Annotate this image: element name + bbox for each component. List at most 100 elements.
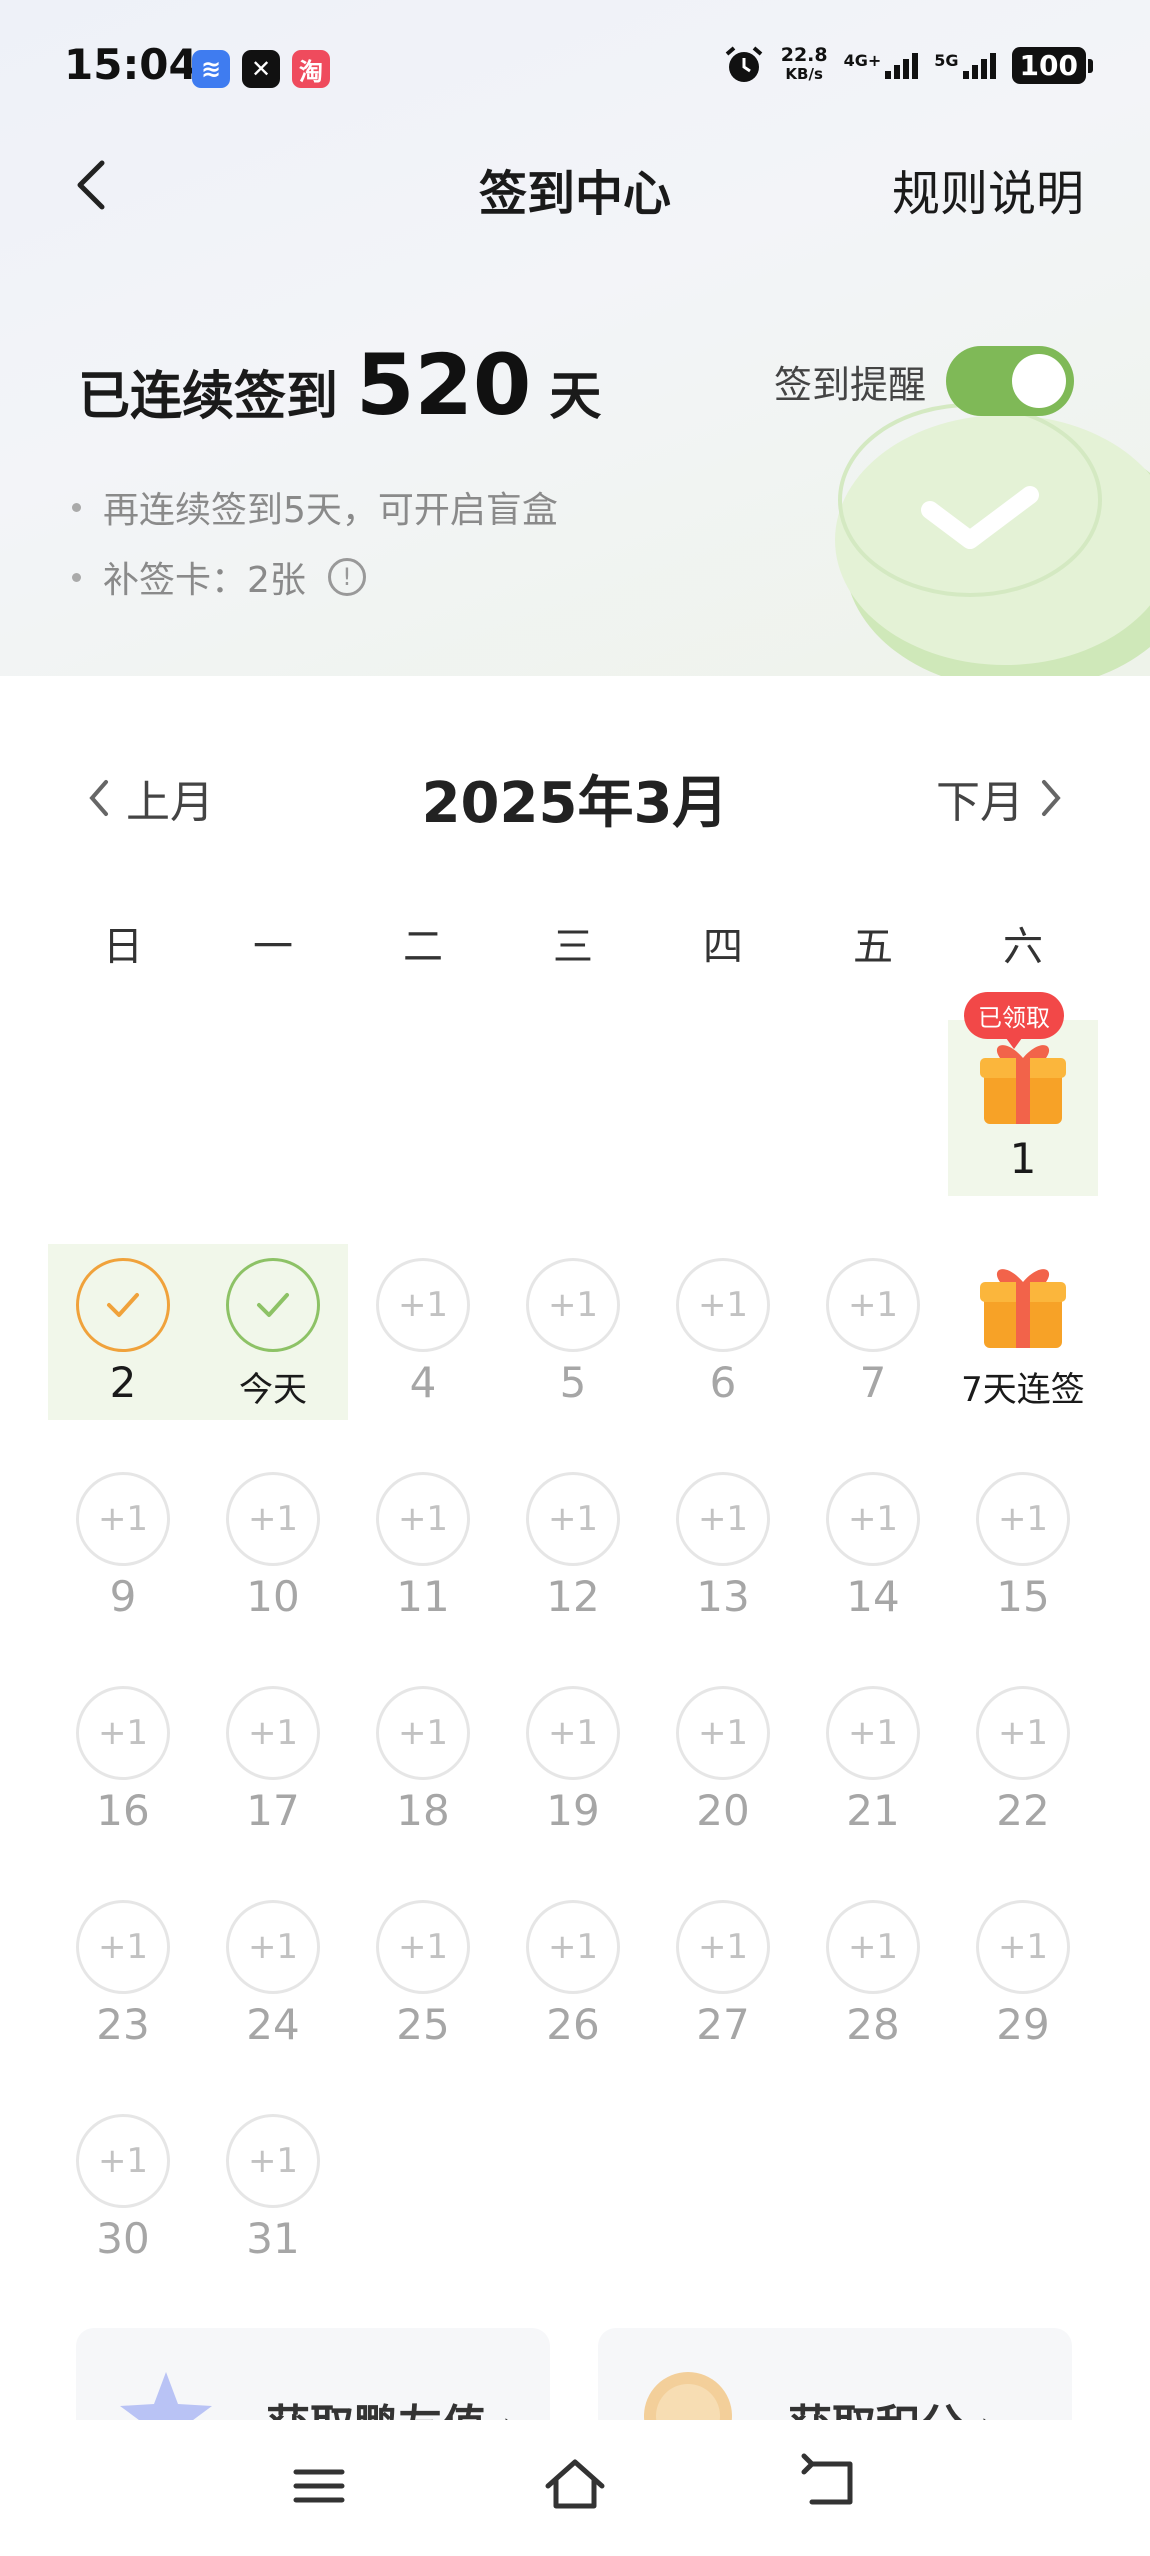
calendar-day[interactable]: +1 11 [348,1458,498,1634]
day-label: 31 [246,2214,300,2263]
calendar-day[interactable]: +1 26 [498,1886,648,2062]
calendar-day[interactable]: +1 5 [498,1244,648,1420]
get-friend-points-card[interactable]: 获取鹏友值 › [76,2328,550,2420]
day-label: 16 [96,1786,150,1835]
calendar-day[interactable]: +1 17 [198,1672,348,1848]
info-icon[interactable]: ! [327,558,366,596]
day-label: 22 [996,1786,1050,1835]
day-label: 14 [846,1572,900,1621]
calendar-day[interactable]: 7天连签 [948,1244,1098,1420]
network-speed-unit: KB/s [785,65,823,83]
bullet-icon [72,502,81,512]
plus-one-badge: +1 [76,1472,170,1566]
calendar-day[interactable]: +1 15 [948,1458,1098,1634]
calendar-day[interactable]: +1 14 [798,1458,948,1634]
calendar-day[interactable]: +1 24 [198,1886,348,2062]
day-label: 6 [709,1358,737,1407]
calendar-card: 上月 2025年3月 下月 日 一 二 三 四 五 六 已领取 1 2 今天 +1 4 +1… [0,676,1150,2420]
network-speed-value: 22.8 [780,44,828,66]
calendar-day[interactable]: +1 28 [798,1886,948,2062]
reminder-toggle[interactable] [946,346,1074,416]
calendar-day[interactable]: +1 12 [498,1458,648,1634]
calendar-day[interactable]: +1 23 [48,1886,198,2062]
day-label: 29 [996,2000,1050,2049]
calendar-day[interactable]: +1 29 [948,1886,1098,2062]
plus-one-badge: +1 [676,1472,770,1566]
gift-box-icon [980,1045,1066,1124]
weekday-tue: 二 [403,924,443,970]
day-label: 18 [396,1786,450,1835]
weekday-sat: 六 [1003,924,1043,970]
signal-5g-label: 5G [934,51,959,70]
calendar-day[interactable]: +1 10 [198,1458,348,1634]
claimed-badge: 已领取 [964,992,1064,1049]
day-label: 20 [696,1786,750,1835]
plus-one-badge: +1 [976,1900,1070,1994]
calendar-day[interactable]: +1 25 [348,1886,498,2062]
plus-one-badge: +1 [526,1472,620,1566]
wifi-app-icon: ≋ [192,50,230,88]
next-month-button[interactable]: 下月 [936,766,1064,830]
calendar-day[interactable]: +1 21 [798,1672,948,1848]
calendar-day[interactable]: +1 18 [348,1672,498,1848]
reminder-label: 签到提醒 [773,362,926,407]
calendar-day[interactable]: +1 6 [648,1244,798,1420]
calendar-day[interactable]: +1 19 [498,1672,648,1848]
network-speed: 22.8 KB/s [781,46,828,84]
weekday-wed: 三 [553,924,593,970]
menu-icon[interactable] [284,2450,354,2520]
calendar-day[interactable]: +1 22 [948,1672,1098,1848]
plus-one-badge: +1 [826,1472,920,1566]
calendar-day[interactable]: +1 13 [648,1458,798,1634]
day-label: 10 [246,1572,300,1621]
tip-text: 补签卡：2张 [103,560,306,601]
weekday-sun: 日 [103,924,143,970]
streak-prefix: 已连续签到 [78,367,339,427]
get-points-card[interactable]: 获取积分 › [598,2328,1072,2420]
streak-days: 520 [356,336,532,434]
plus-one-badge: +1 [226,1472,320,1566]
rules-link[interactable]: 规则说明 [892,154,1084,224]
checked-icon [226,1258,320,1352]
plus-one-badge: +1 [976,1686,1070,1780]
day-label: 15 [996,1572,1050,1621]
plus-one-badge: +1 [376,1472,470,1566]
day-label: 12 [546,1572,600,1621]
star-icon [120,2372,212,2420]
signal-5g: 5G [934,51,996,79]
alarm-icon [725,46,763,82]
calendar-day[interactable]: +1 30 [48,2100,198,2276]
calendar-day[interactable]: +1 7 [798,1244,948,1420]
day-label: 11 [396,1572,450,1621]
calendar-day[interactable]: 2 [48,1244,198,1420]
home-icon[interactable] [540,2450,610,2520]
day-label: 19 [546,1786,600,1835]
plus-one-badge: +1 [376,1900,470,1994]
calendar-day[interactable]: +1 9 [48,1458,198,1634]
calendar-day[interactable]: +1 31 [198,2100,348,2276]
tip-item: 再连续签到5天，可开启盲盒 [72,472,558,542]
day-label: 今天 [239,1370,307,1410]
back-nav-icon[interactable] [796,2450,866,2520]
tip-text: 再连续签到5天，可开启盲盒 [103,490,558,531]
calendar-day[interactable]: 已领取 1 [948,992,1098,1196]
day-label: 25 [396,2000,450,2049]
plus-one-badge: +1 [376,1686,470,1780]
calendar-day[interactable]: +1 16 [48,1672,198,1848]
calendar-day[interactable]: 今天 [198,1244,348,1420]
day-label: 4 [409,1358,437,1407]
taobao-app-icon: 淘 [292,50,330,88]
system-nav-bar [0,2420,1150,2556]
day-label: 5 [559,1358,587,1407]
get-friend-points-label: 获取鹏友值 › [266,2390,519,2420]
calendar-day[interactable]: +1 20 [648,1672,798,1848]
plus-one-badge: +1 [976,1472,1070,1566]
calendar-day[interactable]: +1 27 [648,1886,798,2062]
day-label: 30 [96,2214,150,2263]
plus-one-badge: +1 [76,2114,170,2208]
plus-one-badge: +1 [826,1258,920,1352]
next-month-label: 下月 [936,777,1024,828]
plus-one-badge: +1 [676,1900,770,1994]
get-points-label: 获取积分 › [788,2390,997,2420]
calendar-day[interactable]: +1 4 [348,1244,498,1420]
